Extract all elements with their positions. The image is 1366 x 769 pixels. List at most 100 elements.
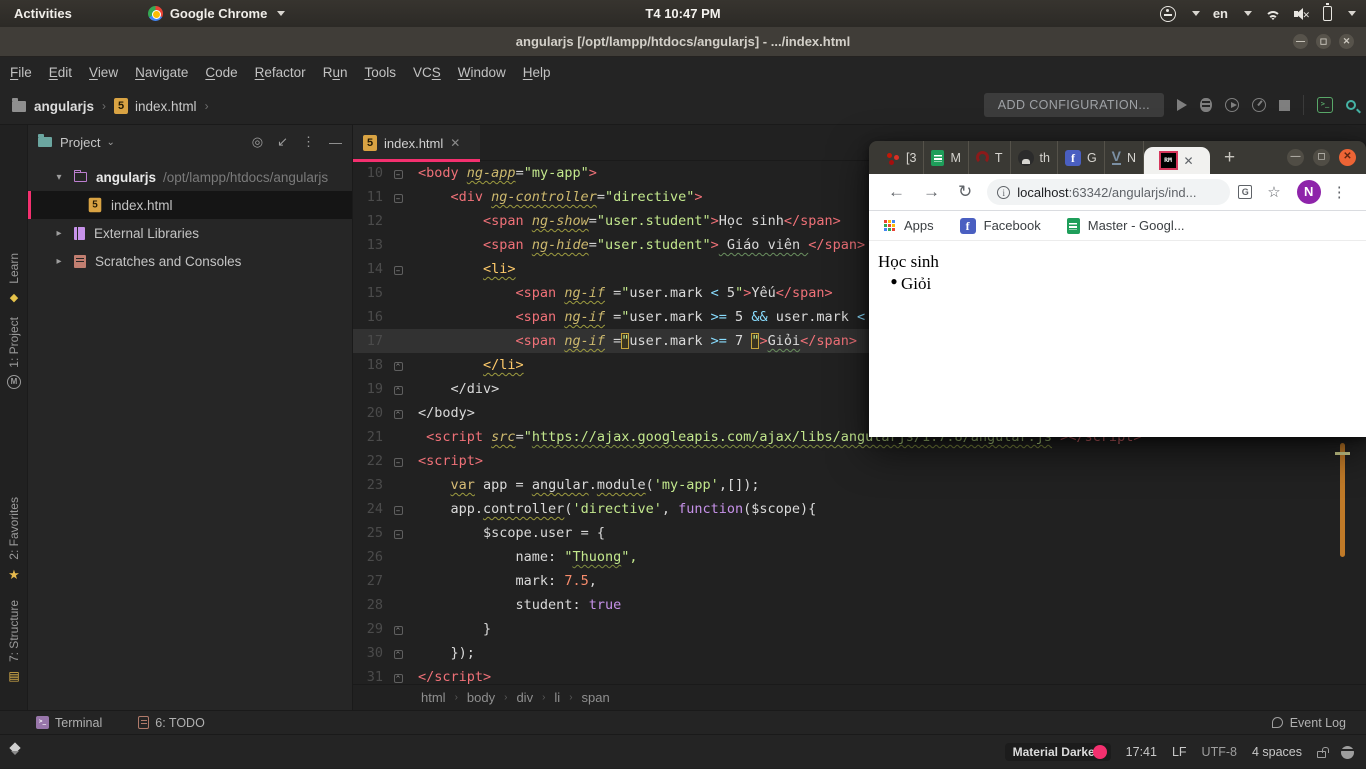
fold-marker[interactable]: ^ (391, 405, 405, 421)
minimize-button[interactable]: — (1287, 149, 1304, 166)
code-line-28[interactable]: 28 student: true (353, 593, 1366, 617)
inspection-profile-icon[interactable] (1341, 745, 1354, 759)
chrome-tab[interactable]: [3 (877, 141, 925, 174)
fold-marker[interactable]: ^ (391, 621, 405, 637)
menu-item-run[interactable]: Run (323, 65, 348, 80)
scrollbar-warning-marker[interactable] (1340, 443, 1345, 557)
fold-marker[interactable]: ^ (391, 381, 405, 397)
menu-item-tools[interactable]: Tools (364, 65, 396, 80)
back-icon[interactable]: ← (888, 182, 905, 202)
project-tree-row-index-html[interactable]: 5 index.html (28, 191, 352, 219)
tool-windows-toggle-icon[interactable] (9, 744, 21, 756)
code-line-22[interactable]: 22− <script> (353, 449, 1366, 473)
code-line-29[interactable]: 29 ^ } (353, 617, 1366, 641)
profile-avatar[interactable]: N (1296, 180, 1321, 204)
project-panel-title[interactable]: Project (60, 135, 100, 150)
project-tree-row-scratches-and-consoles[interactable]: ▸ Scratches and Consoles (28, 247, 352, 275)
terminal-icon[interactable]: >_ (1317, 97, 1333, 113)
fold-marker[interactable]: − (391, 525, 405, 541)
chevron-icon[interactable]: ▸ (52, 256, 66, 267)
editor-breadcrumb-div[interactable]: div (516, 690, 533, 705)
fold-marker[interactable]: ^ (391, 357, 405, 373)
indent-setting[interactable]: 4 spaces (1252, 745, 1302, 759)
code-line-30[interactable]: 30 ^ }); (353, 641, 1366, 665)
locate-icon[interactable]: ◎ (252, 134, 263, 150)
stop-icon[interactable] (1279, 99, 1290, 111)
profiler-icon[interactable] (1252, 98, 1266, 112)
todo-tool-button[interactable]: 6: TODO (138, 716, 205, 730)
code-line-31[interactable]: 31 ^ </script> (353, 665, 1366, 684)
code-line-26[interactable]: 26 name: "Thuong", (353, 545, 1366, 569)
fold-marker[interactable]: − (391, 189, 405, 205)
debug-icon[interactable] (1200, 98, 1212, 112)
close-button[interactable]: ✕ (1339, 149, 1356, 166)
file-encoding[interactable]: UTF-8 (1202, 745, 1237, 759)
chevron-down-icon[interactable]: ⌄ (106, 137, 114, 148)
more-options-icon[interactable]: ⋮ (302, 134, 315, 150)
project-tree-row-angularjs[interactable]: ▾ angularjs/opt/lampp/htdocs/angularjs (28, 163, 352, 191)
chrome-tab[interactable]: th (1011, 141, 1058, 174)
reload-icon[interactable]: ↻ (958, 182, 972, 202)
close-tab-icon[interactable]: ✕ (450, 136, 460, 150)
stripe-item-project[interactable]: 1: Project M (0, 317, 28, 389)
chevron-icon[interactable]: ▾ (52, 172, 66, 183)
fold-marker[interactable]: ^ (391, 645, 405, 661)
bookmark-facebook[interactable]: f Facebook (959, 217, 1041, 234)
stripe-item-learn[interactable]: Learn ◆ (0, 253, 28, 304)
menu-item-file[interactable]: File (10, 65, 32, 80)
editor-breadcrumb-span[interactable]: span (582, 690, 610, 705)
menu-item-help[interactable]: Help (523, 65, 551, 80)
close-tab-icon[interactable]: ✕ (1184, 154, 1194, 168)
menu-item-view[interactable]: View (89, 65, 118, 80)
caret-position[interactable]: 17:41 (1126, 745, 1157, 759)
menu-item-window[interactable]: Window (458, 65, 506, 80)
add-configuration-button[interactable]: ADD CONFIGURATION... (983, 93, 1164, 117)
forward-icon[interactable]: → (923, 182, 940, 202)
chevron-icon[interactable]: ▸ (52, 228, 66, 239)
chrome-tab[interactable]: M (924, 141, 969, 174)
line-ending[interactable]: LF (1172, 745, 1187, 759)
editor-breadcrumb-li[interactable]: li (554, 690, 560, 705)
run-coverage-icon[interactable] (1225, 98, 1239, 112)
chrome-tab[interactable]: VN (1105, 141, 1145, 174)
menu-item-vcs[interactable]: VCS (413, 65, 441, 80)
breadcrumb-file[interactable]: index.html (135, 99, 197, 114)
menu-item-edit[interactable]: Edit (49, 65, 72, 80)
chevron-down-icon[interactable] (1348, 11, 1356, 16)
terminal-tool-button[interactable]: >_ Terminal (36, 716, 102, 730)
editor-tab-index-html[interactable]: 5 index.html ✕ (353, 125, 480, 162)
code-line-25[interactable]: 25− $scope.user = { (353, 521, 1366, 545)
bookmark-apps[interactable]: Apps (883, 218, 934, 233)
menu-item-refactor[interactable]: Refactor (255, 65, 306, 80)
bookmark-star-icon[interactable]: ☆ (1267, 183, 1280, 201)
theme-widget[interactable]: Material Darke (1004, 743, 1111, 761)
chrome-tab-active[interactable]: RM ✕ (1144, 147, 1211, 174)
translate-icon[interactable]: G (1238, 185, 1253, 199)
bookmark-mastergoogl[interactable]: Master - Googl... (1066, 217, 1185, 234)
close-button[interactable]: ✕ (1339, 34, 1354, 49)
menu-item-code[interactable]: Code (205, 65, 237, 80)
search-everywhere-icon[interactable] (1346, 100, 1356, 110)
fold-marker[interactable]: − (391, 165, 405, 181)
breadcrumb-project[interactable]: angularjs (34, 99, 94, 114)
editor-breadcrumb-body[interactable]: body (467, 690, 495, 705)
event-log-button[interactable]: Event Log (1271, 716, 1346, 730)
chrome-tab[interactable]: T (969, 141, 1011, 174)
code-line-24[interactable]: 24− app.controller('directive', function… (353, 497, 1366, 521)
address-bar[interactable]: i localhost :63342/angularjs/ind... (987, 179, 1231, 205)
unlock-icon[interactable] (1317, 751, 1326, 758)
editor-breadcrumb-html[interactable]: html (421, 690, 446, 705)
run-icon[interactable] (1177, 99, 1187, 111)
maximize-button[interactable]: ◻ (1316, 34, 1331, 49)
menu-item-navigate[interactable]: Navigate (135, 65, 188, 80)
collapse-all-icon[interactable]: ↙ (277, 134, 288, 150)
fold-marker[interactable]: ^ (391, 669, 405, 684)
hide-panel-icon[interactable]: — (329, 135, 342, 150)
fold-marker[interactable]: − (391, 261, 405, 277)
project-tree-row-external-libraries[interactable]: ▸ External Libraries (28, 219, 352, 247)
maximize-button[interactable]: ◻ (1313, 149, 1330, 166)
code-line-27[interactable]: 27 mark: 7.5, (353, 569, 1366, 593)
wifi-icon[interactable] (1265, 8, 1281, 20)
new-tab-button[interactable]: + (1224, 147, 1235, 169)
chrome-menu-icon[interactable]: ⋮ (1332, 183, 1347, 201)
